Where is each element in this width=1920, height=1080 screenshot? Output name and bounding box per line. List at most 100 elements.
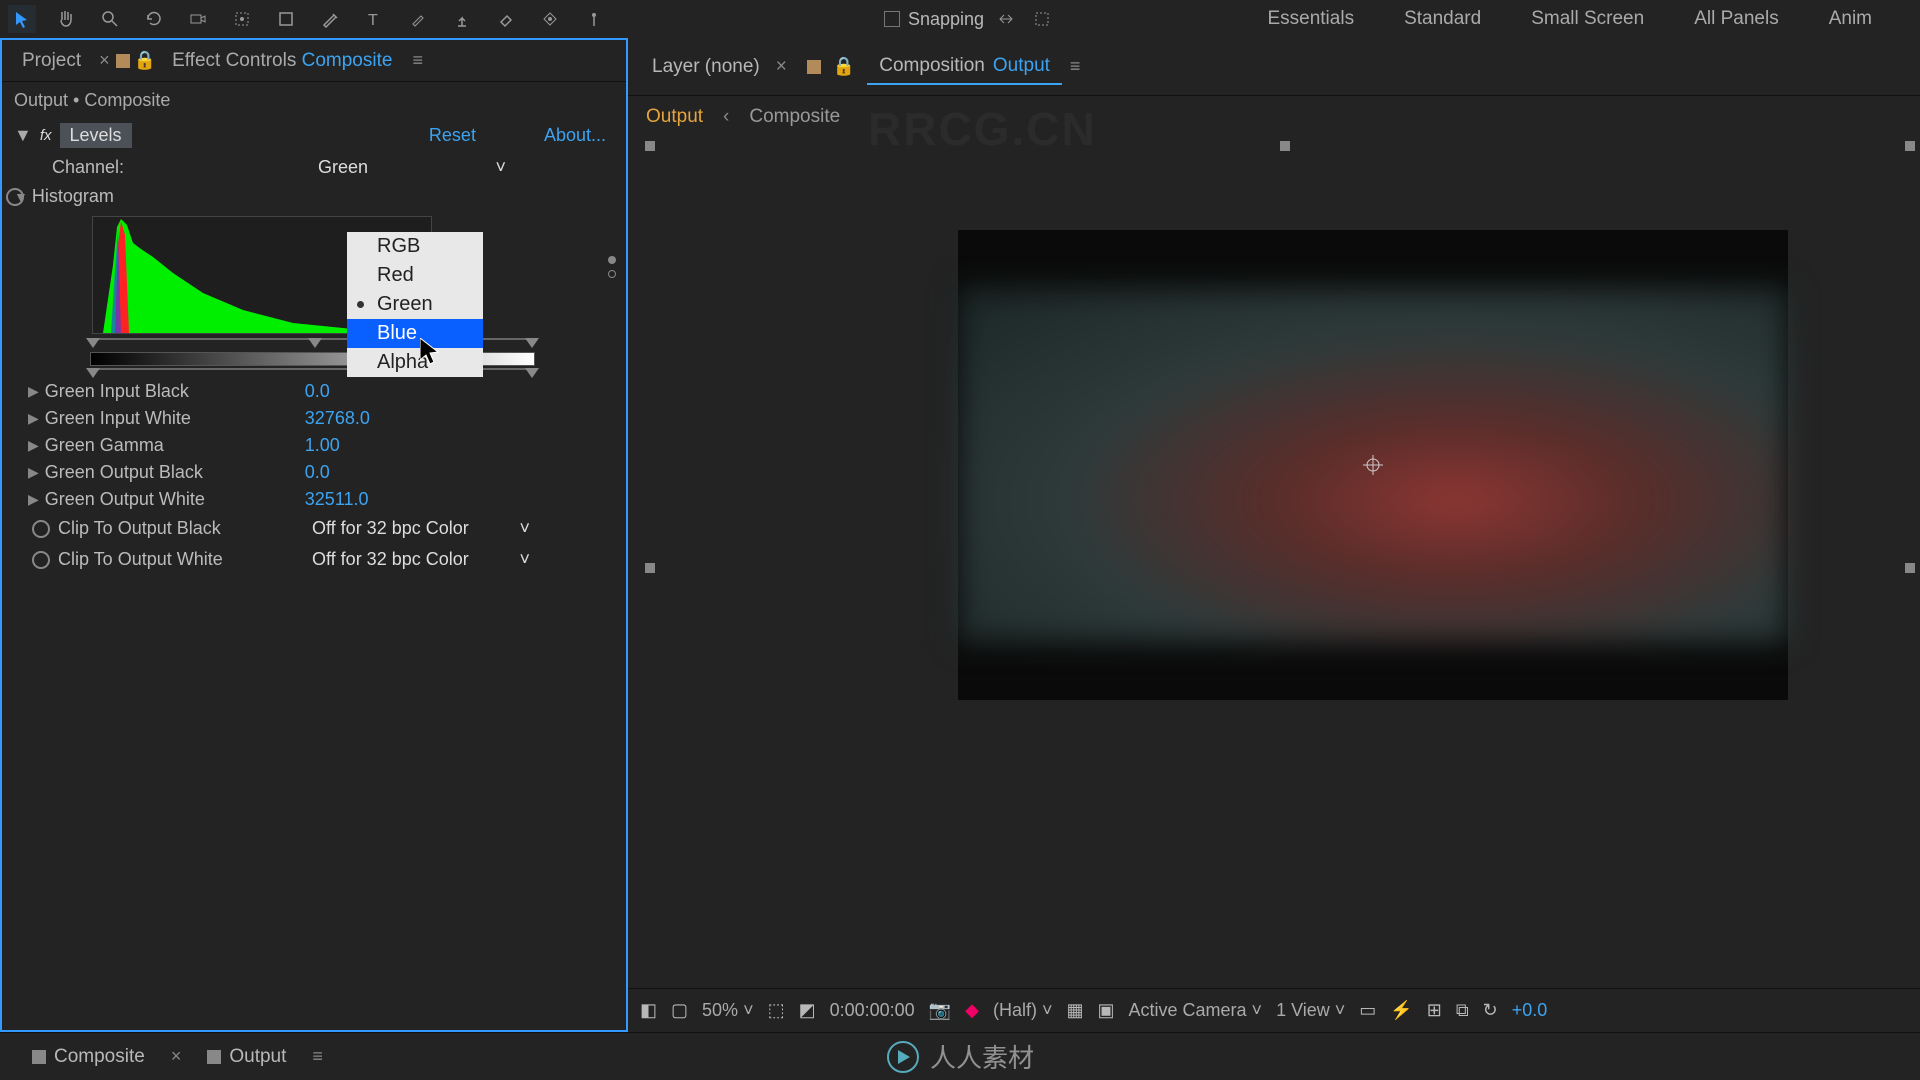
hand-tool-icon[interactable] [52, 5, 80, 33]
expand-icon[interactable]: ▶ [28, 383, 39, 400]
toggle-alpha-icon[interactable]: ◧ [640, 1000, 657, 1021]
viewer-footer: ◧ ▢ 50% ˅ ⬚ ◩ 0:00:00:00 📷 ◆ (Half) ˅ ▦ … [628, 988, 1920, 1032]
clone-tool-icon[interactable] [448, 5, 476, 33]
resize-handle[interactable] [1905, 141, 1915, 151]
channel-option-red[interactable]: Red [347, 261, 483, 290]
panel-menu-icon[interactable]: ≡ [1070, 56, 1081, 77]
timeline-tab-output[interactable]: Output [193, 1040, 300, 1074]
workspace-standard[interactable]: Standard [1404, 8, 1481, 30]
effect-name[interactable]: Levels [60, 123, 132, 148]
stopwatch-icon[interactable] [6, 188, 24, 206]
svg-text:T: T [368, 12, 378, 28]
snapping-checkbox[interactable] [884, 11, 900, 27]
resize-handle[interactable] [1905, 563, 1915, 573]
close-icon[interactable]: × [776, 56, 787, 78]
stopwatch-icon[interactable] [32, 551, 50, 569]
transparency-icon[interactable]: ▦ [1066, 1000, 1083, 1021]
histogram-row: ▼ Histogram [2, 183, 626, 210]
stopwatch-icon[interactable] [32, 520, 50, 538]
value-input[interactable]: 0.0 [305, 462, 330, 483]
workspace-all-panels[interactable]: All Panels [1694, 8, 1779, 30]
anchor-point-icon[interactable] [1363, 455, 1383, 475]
workspace-animation[interactable]: Anim [1829, 8, 1872, 30]
timeline-tab-composite[interactable]: Composite [18, 1040, 159, 1074]
about-button[interactable]: About... [544, 125, 606, 146]
histogram-mode-icon[interactable] [608, 256, 616, 264]
resize-handle[interactable] [645, 141, 655, 151]
bc-composite[interactable]: Composite [749, 106, 840, 128]
puppet-tool-icon[interactable] [580, 5, 608, 33]
eraser-tool-icon[interactable] [492, 5, 520, 33]
lock-icon[interactable]: 🔒 [833, 56, 855, 77]
value-input[interactable]: 32768.0 [305, 408, 370, 429]
value-input[interactable]: 1.00 [305, 435, 340, 456]
resize-handle[interactable] [1280, 141, 1290, 151]
channel-option-rgb[interactable]: RGB [347, 232, 483, 261]
rendered-frame [958, 230, 1788, 700]
panel-menu-icon[interactable]: ≡ [412, 50, 423, 71]
tab-effect-controls[interactable]: Effect Controls Composite [160, 44, 404, 78]
close-icon[interactable]: × [99, 50, 110, 71]
snap-option-icon[interactable] [992, 5, 1020, 33]
zoom-tool-icon[interactable] [96, 5, 124, 33]
safe-zones-icon[interactable]: ▣ [1097, 1000, 1114, 1021]
res-full-icon[interactable]: ⬚ [768, 1000, 785, 1021]
clip-white-dropdown[interactable]: Off for 32 bpc Color˅ [306, 547, 536, 572]
toggle-grid-icon[interactable]: ▢ [671, 1000, 688, 1021]
value-input[interactable]: 0.0 [305, 381, 330, 402]
reset-button[interactable]: Reset [429, 125, 476, 146]
timeline-icon[interactable]: ⊞ [1427, 1000, 1442, 1021]
workspace-essentials[interactable]: Essentials [1267, 8, 1354, 30]
snap-bounds-icon[interactable] [1028, 5, 1056, 33]
effect-header: ▼ fx Levels Reset About... [2, 119, 626, 152]
anchor-tool-icon[interactable] [228, 5, 256, 33]
selection-tool-icon[interactable] [8, 5, 36, 33]
expand-icon[interactable]: ▶ [28, 410, 39, 427]
pixel-aspect-icon[interactable]: ▭ [1359, 1000, 1376, 1021]
snapshot-icon[interactable]: 📷 [929, 1000, 951, 1021]
roto-tool-icon[interactable] [536, 5, 564, 33]
expand-icon[interactable]: ▶ [28, 491, 39, 508]
panel-menu-icon[interactable]: ≡ [312, 1046, 323, 1067]
exposure-value[interactable]: +0.0 [1512, 1000, 1548, 1021]
channel-option-blue[interactable]: Blue [347, 319, 483, 348]
value-input[interactable]: 32511.0 [305, 489, 369, 510]
resize-handle[interactable] [645, 563, 655, 573]
flowchart-icon[interactable]: ⧉ [1456, 1000, 1469, 1021]
histogram-mode-icon[interactable] [608, 270, 616, 278]
zoom-dropdown[interactable]: 50% ˅ [702, 1000, 754, 1021]
shape-tool-icon[interactable] [272, 5, 300, 33]
clip-black-dropdown[interactable]: Off for 32 bpc Color˅ [306, 516, 536, 541]
tab-layer[interactable]: Layer (none)× [640, 50, 799, 84]
chevron-left-icon[interactable]: ‹ [723, 106, 729, 128]
watermark-footer: 人人素材 [886, 1038, 1034, 1075]
roi-icon[interactable]: ◩ [799, 1000, 816, 1021]
timecode[interactable]: 0:00:00:00 [830, 1000, 915, 1021]
pen-tool-icon[interactable] [316, 5, 344, 33]
text-tool-icon[interactable]: T [360, 5, 388, 33]
refresh-icon[interactable]: ↻ [1483, 1000, 1498, 1021]
fast-preview-icon[interactable]: ⚡ [1390, 1000, 1412, 1021]
camera-dropdown[interactable]: Active Camera ˅ [1129, 1000, 1263, 1021]
camera-tool-icon[interactable] [184, 5, 212, 33]
expand-icon[interactable]: ▶ [28, 464, 39, 481]
bc-output[interactable]: Output [646, 106, 703, 128]
viewer-body[interactable]: RRCG.CN [628, 138, 1920, 988]
channel-dropdown-menu: RGB Red Green Blue Alpha [347, 232, 483, 377]
rotate-tool-icon[interactable] [140, 5, 168, 33]
channel-dropdown[interactable]: Green ˅ [312, 155, 512, 180]
expand-icon[interactable]: ▶ [28, 437, 39, 454]
views-dropdown[interactable]: 1 View ˅ [1276, 1000, 1345, 1021]
channel-option-alpha[interactable]: Alpha [347, 348, 483, 377]
tab-composition[interactable]: Composition Output [867, 49, 1062, 85]
brush-tool-icon[interactable] [404, 5, 432, 33]
tab-project[interactable]: Project [10, 44, 93, 78]
channel-option-green[interactable]: Green [347, 290, 483, 319]
close-icon[interactable]: × [171, 1046, 182, 1067]
workspace-small-screen[interactable]: Small Screen [1531, 8, 1644, 30]
collapse-icon[interactable]: ▼ [14, 125, 32, 146]
lock-icon[interactable]: 🔒 [134, 50, 156, 71]
channel-icon[interactable]: ◆ [965, 1000, 979, 1021]
resolution-dropdown[interactable]: (Half) ˅ [993, 1000, 1053, 1021]
fx-badge-icon[interactable]: fx [40, 127, 52, 144]
